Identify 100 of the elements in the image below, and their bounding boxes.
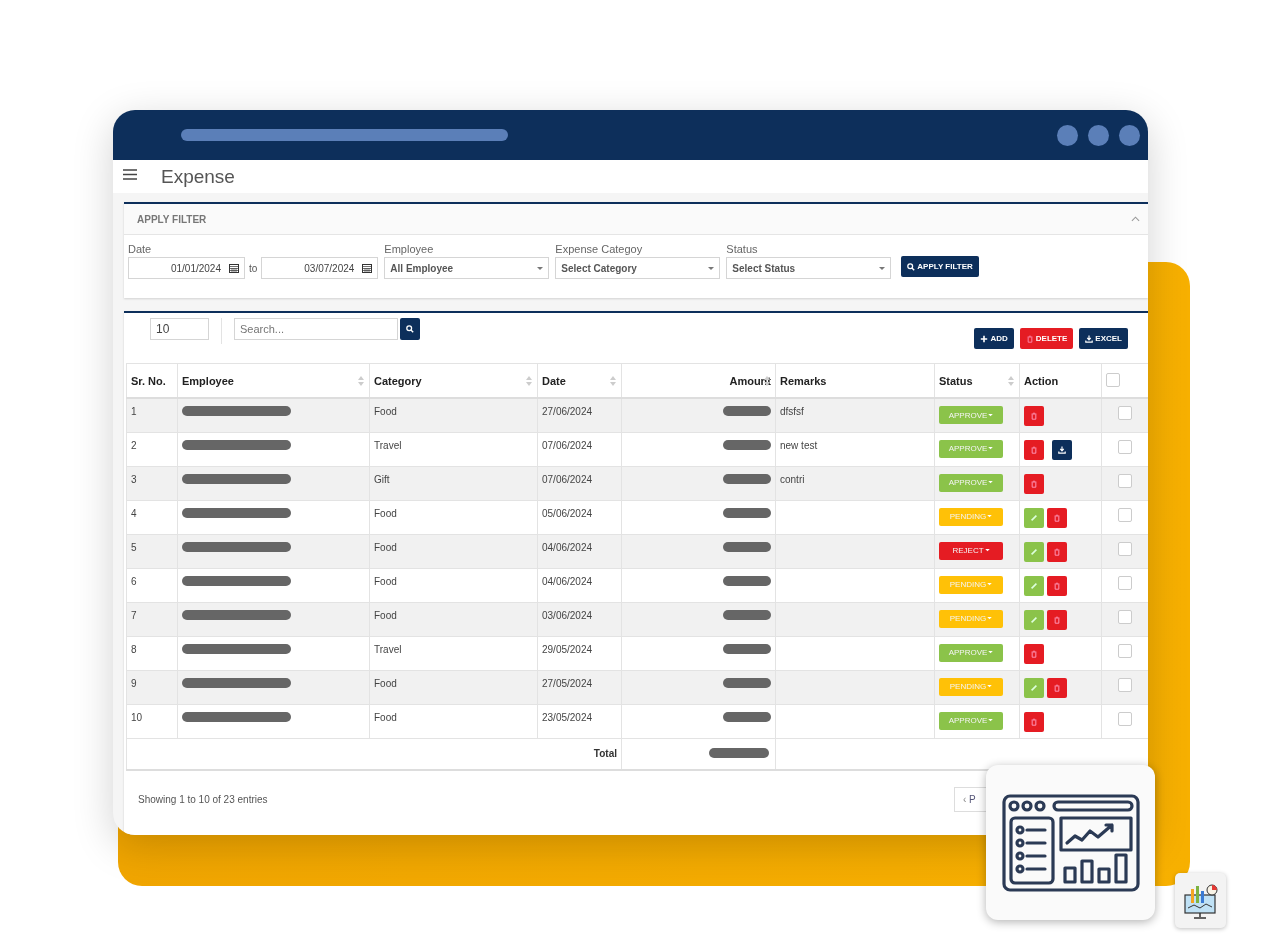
table-cell: 27/06/2024 — [537, 398, 622, 432]
edit-button[interactable] — [1024, 541, 1044, 562]
download-button[interactable] — [1052, 439, 1072, 460]
pencil-icon — [1030, 581, 1038, 590]
download-icon — [1085, 334, 1094, 343]
caret-icon — [988, 447, 994, 450]
delete-button[interactable] — [1024, 643, 1044, 664]
row-checkbox[interactable] — [1118, 439, 1132, 454]
pencil-icon — [1030, 615, 1038, 624]
redacted-bar — [709, 747, 769, 758]
add-button[interactable]: ADD — [974, 328, 1014, 349]
trash-icon — [1053, 615, 1061, 624]
page-size-field[interactable]: 10 — [150, 318, 209, 340]
redacted-bar — [723, 507, 771, 518]
table-cell: Food — [369, 568, 538, 602]
row-checkbox[interactable] — [1118, 575, 1132, 590]
download-icon — [1058, 445, 1066, 454]
redacted-bar — [723, 643, 771, 654]
row-checkbox[interactable] — [1118, 677, 1132, 692]
table-cell: dfsfsf — [775, 398, 935, 432]
caret-icon — [987, 617, 993, 620]
delete-button[interactable] — [1024, 439, 1044, 460]
search-button[interactable] — [400, 318, 420, 340]
employee-dropdown[interactable]: All Employee — [384, 257, 550, 279]
apply-filter-button[interactable]: APPLY FILTER — [901, 256, 979, 277]
sort-icon — [526, 376, 532, 386]
edit-button[interactable] — [1024, 677, 1044, 698]
table-cell: Food — [369, 500, 538, 534]
delete-button[interactable] — [1024, 473, 1044, 494]
edit-button[interactable] — [1024, 507, 1044, 528]
date-field[interactable]: 01/01/2024 — [128, 257, 245, 279]
delete-button[interactable] — [1047, 575, 1067, 596]
redacted-bar — [723, 677, 771, 688]
table-cell: 8 — [126, 636, 178, 670]
field-label: Date — [128, 243, 153, 255]
row-checkbox[interactable] — [1118, 711, 1132, 726]
table-cell: Travel — [369, 636, 538, 670]
window-dot — [1088, 124, 1109, 146]
table-cell: 23/05/2024 — [537, 704, 622, 738]
page-title: Expense — [161, 165, 235, 188]
excel-button[interactable]: EXCEL — [1079, 328, 1128, 349]
table-cell: 6 — [126, 568, 178, 602]
table-cell: 07/06/2024 — [537, 466, 622, 500]
table-cell: 7 — [126, 602, 178, 636]
redacted-bar — [723, 473, 771, 484]
row-checkbox[interactable] — [1118, 643, 1132, 658]
trash-icon — [1030, 649, 1038, 658]
delete-button[interactable] — [1047, 541, 1067, 562]
caret-icon — [988, 413, 994, 417]
redacted-bar — [723, 609, 771, 620]
edit-button[interactable] — [1024, 609, 1044, 630]
table-cell: 10 — [126, 704, 178, 738]
table-cell: 27/05/2024 — [537, 670, 622, 704]
delete-button[interactable] — [1047, 677, 1067, 698]
caret-icon — [987, 685, 993, 688]
table-cell: 5 — [126, 534, 178, 568]
field-label: Employee — [384, 243, 435, 255]
table-cell: 9 — [126, 670, 178, 704]
row-checkbox[interactable] — [1118, 473, 1132, 488]
pencil-icon — [1030, 683, 1038, 692]
trash-icon — [1030, 717, 1038, 726]
table-cell: Travel — [369, 432, 538, 466]
delete-button[interactable]: DELETE — [1019, 328, 1074, 349]
caret-icon — [984, 549, 990, 552]
row-checkbox[interactable] — [1118, 507, 1132, 522]
menu-icon[interactable] — [123, 169, 137, 180]
date-field[interactable]: 03/07/2024 — [261, 257, 379, 279]
delete-button[interactable] — [1047, 609, 1067, 630]
row-checkbox[interactable] — [1118, 541, 1132, 556]
field-label: Expense Categoy — [555, 243, 644, 255]
redacted-bar — [723, 711, 771, 722]
table-cell: new test — [775, 432, 935, 466]
row-checkbox[interactable] — [1118, 406, 1132, 420]
trash-icon — [1053, 683, 1061, 692]
sort-icon — [358, 376, 364, 386]
table-cell: 2 — [126, 432, 178, 466]
redacted-bar — [723, 541, 771, 552]
caret-icon — [987, 515, 993, 518]
pencil-icon — [1030, 547, 1038, 556]
edit-button[interactable] — [1024, 575, 1044, 596]
trash-icon — [1030, 445, 1038, 454]
window-dot — [1119, 124, 1140, 146]
select-all-checkbox[interactable] — [1106, 372, 1120, 387]
status-dropdown[interactable]: Select Status — [726, 257, 892, 279]
pencil-icon — [1030, 513, 1038, 522]
trash-icon — [1025, 334, 1034, 343]
search-field[interactable]: Search... — [234, 318, 398, 340]
row-checkbox[interactable] — [1118, 609, 1132, 624]
field-label: Status — [726, 243, 759, 255]
trash-icon — [1053, 513, 1061, 522]
table-cell: Food — [369, 670, 538, 704]
table-cell: 3 — [126, 466, 178, 500]
status-dropdown-button[interactable]: REJECT — [939, 541, 1003, 560]
delete-button[interactable] — [1024, 711, 1044, 732]
sort-icon — [764, 376, 770, 386]
caret-icon — [987, 583, 993, 586]
delete-button[interactable] — [1047, 507, 1067, 528]
search-icon — [406, 325, 414, 333]
collapse-icon[interactable] — [1131, 216, 1140, 222]
category-dropdown[interactable]: Select Category — [555, 257, 721, 279]
